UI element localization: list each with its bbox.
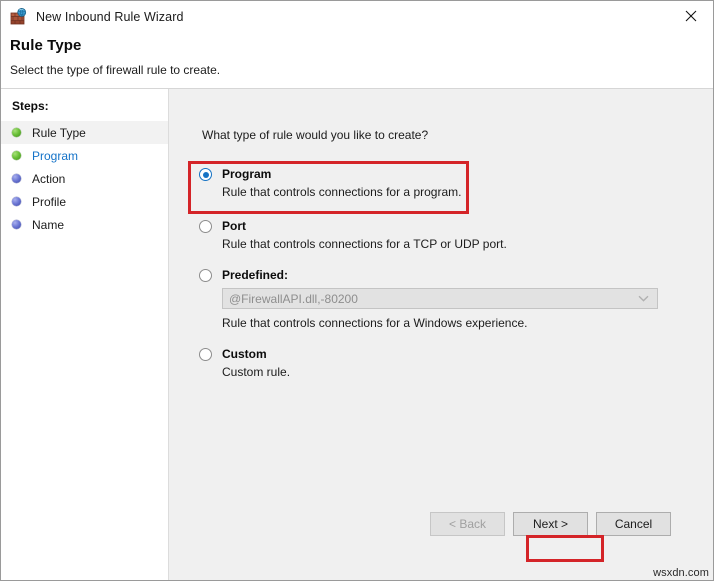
option-program[interactable]: Program Rule that controls connections f… [187, 161, 657, 199]
option-port-label[interactable]: Port [222, 219, 246, 233]
option-custom[interactable]: Custom Custom rule. [187, 341, 657, 379]
option-program-description: Rule that controls connections for a pro… [222, 185, 657, 199]
question-label: What type of rule would you like to crea… [202, 128, 428, 142]
rule-type-radio-group: Program Rule that controls connections f… [187, 161, 657, 381]
page-title: Rule Type [10, 37, 81, 54]
option-port-description: Rule that controls connections for a TCP… [222, 237, 657, 251]
sidebar-item-label: Name [32, 218, 64, 232]
radio-custom[interactable] [199, 348, 212, 361]
firewall-brick-globe-icon [10, 8, 27, 25]
main-content: What type of rule would you like to crea… [169, 89, 713, 580]
predefined-rule-value: @FirewallAPI.dll,-80200 [223, 292, 358, 306]
sidebar-item-profile[interactable]: Profile [1, 190, 168, 213]
sidebar-item-label: Profile [32, 195, 66, 209]
sidebar-item-label: Rule Type [32, 126, 86, 140]
sidebar-item-name[interactable]: Name [1, 213, 168, 236]
sidebar-item-program[interactable]: Program [1, 144, 168, 167]
step-bullet-icon [12, 174, 21, 183]
back-button[interactable]: < Back [430, 512, 505, 536]
page-header: Rule Type Select the type of firewall ru… [1, 32, 713, 89]
cancel-button[interactable]: Cancel [596, 512, 671, 536]
step-bullet-icon [12, 128, 21, 137]
wizard-footer: < Back Next > Cancel [169, 508, 713, 580]
option-predefined-label[interactable]: Predefined: [222, 268, 288, 282]
chevron-down-icon [638, 289, 649, 308]
option-predefined-description: Rule that controls connections for a Win… [222, 316, 657, 330]
predefined-rule-dropdown[interactable]: @FirewallAPI.dll,-80200 [222, 288, 658, 309]
steps-heading: Steps: [1, 89, 168, 113]
sidebar-item-label: Action [32, 172, 65, 186]
option-port[interactable]: Port Rule that controls connections for … [187, 213, 657, 251]
wizard-body: Steps: Rule Type Program Action Profile [1, 89, 713, 580]
radio-program[interactable] [199, 168, 212, 181]
option-predefined[interactable]: Predefined: @FirewallAPI.dll,-80200 Rule… [187, 262, 657, 330]
steps-list: Rule Type Program Action Profile Name [1, 121, 168, 236]
option-program-label[interactable]: Program [222, 167, 271, 181]
window-title: New Inbound Rule Wizard [36, 10, 184, 24]
step-bullet-icon [12, 197, 21, 206]
radio-port[interactable] [199, 220, 212, 233]
watermark-text: wsxdn.com [653, 567, 709, 579]
sidebar-item-action[interactable]: Action [1, 167, 168, 190]
step-bullet-icon [12, 151, 21, 160]
step-bullet-icon [12, 220, 21, 229]
close-icon[interactable] [668, 1, 713, 31]
steps-sidebar: Steps: Rule Type Program Action Profile [1, 89, 169, 580]
title-bar: New Inbound Rule Wizard [1, 1, 713, 32]
wizard-window: New Inbound Rule Wizard Rule Type Select… [0, 0, 714, 581]
sidebar-item-label: Program [32, 149, 78, 163]
option-custom-description: Custom rule. [222, 365, 657, 379]
radio-predefined[interactable] [199, 269, 212, 282]
option-custom-label[interactable]: Custom [222, 347, 267, 361]
page-subtitle: Select the type of firewall rule to crea… [10, 63, 220, 77]
next-button[interactable]: Next > [513, 512, 588, 536]
sidebar-item-rule-type[interactable]: Rule Type [1, 121, 168, 144]
